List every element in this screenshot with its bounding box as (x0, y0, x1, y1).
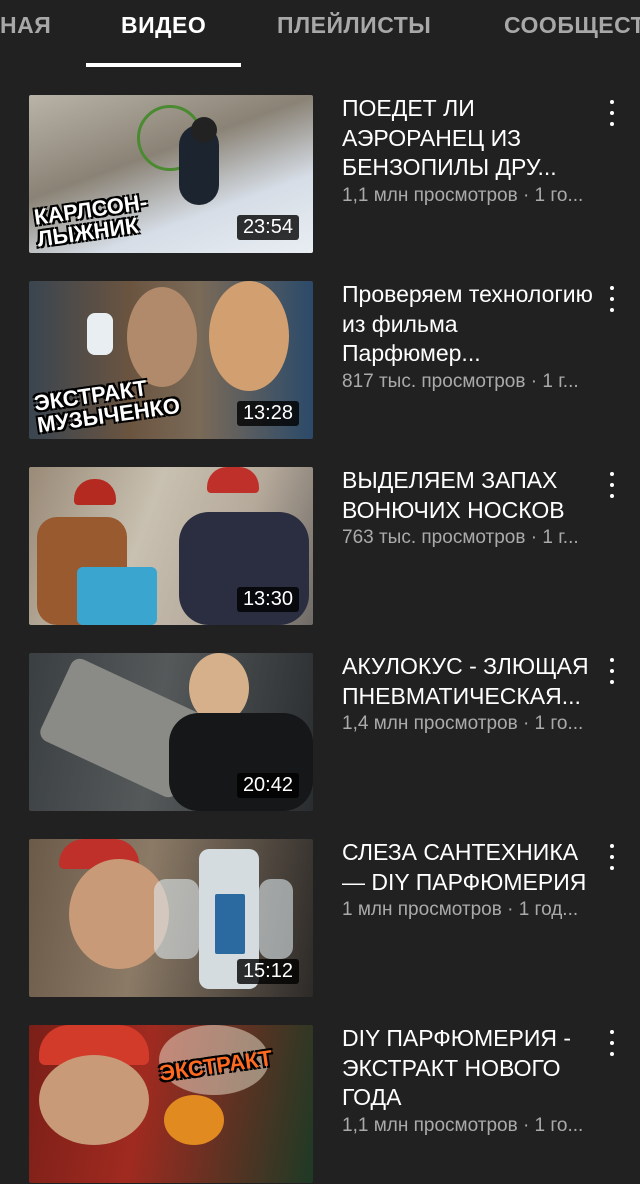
video-meta: 763 тыс. просмотров · 1 г... (342, 527, 579, 548)
video-info: Проверяем технологию из фильма Парфюмер.… (342, 280, 597, 395)
tab-playlists[interactable]: ПЛЕЙЛИСТЫ (277, 12, 431, 39)
video-info: ПОЕДЕТ ЛИ АЭРОРАНЕЦ ИЗ БЕНЗОПИЛЫ ДРУ... … (342, 94, 597, 209)
video-item[interactable]: ЭКСТРАКТ DIY ПАРФЮМЕРИЯ - ЭКСТРАКТ НОВОГ… (0, 998, 640, 1184)
video-item[interactable]: 20:42 АКУЛОКУС - ЗЛЮЩАЯ ПНЕВМАТИЧЕСКАЯ..… (0, 626, 640, 812)
video-meta: 817 тыс. просмотров · 1 г... (342, 370, 579, 392)
thumbnail-caption: ЭКСТРАКТ МУЗЫЧЕНКО (32, 375, 182, 438)
tab-videos[interactable]: ВИДЕО (121, 12, 206, 39)
tab-community[interactable]: СООБЩЕСТВО (504, 12, 640, 39)
thumbnail-caption: КАРЛСОН-ЛЫЖНИК (32, 189, 149, 252)
video-item[interactable]: 15:12 СЛЕЗА САНТЕХНИКА — DIY ПАРФЮМЕРИЯ … (0, 812, 640, 998)
video-thumbnail[interactable]: 13:30 (29, 467, 313, 625)
more-vert-icon[interactable] (600, 842, 624, 872)
more-vert-icon[interactable] (600, 284, 624, 314)
video-item[interactable]: КАРЛСОН-ЛЫЖНИК 23:54 ПОЕДЕТ ЛИ АЭРОРАНЕЦ… (0, 68, 640, 254)
video-title[interactable]: Проверяем технологию из фильма Парфюмер.… (342, 280, 597, 369)
more-vert-icon[interactable] (600, 1028, 624, 1058)
video-item[interactable]: 13:30 ВЫДЕЛЯЕМ ЗАПАХ ВОНЮЧИХ НОСКОВ 763 … (0, 440, 640, 626)
video-thumbnail[interactable]: КАРЛСОН-ЛЫЖНИК 23:54 (29, 95, 313, 253)
active-tab-indicator (86, 63, 241, 67)
video-meta: 1,1 млн просмотров · 1 го... (342, 184, 584, 206)
more-vert-icon[interactable] (600, 470, 624, 500)
video-item[interactable]: ЭКСТРАКТ МУЗЫЧЕНКО 13:28 Проверяем техно… (0, 254, 640, 440)
video-info: СЛЕЗА САНТЕХНИКА — DIY ПАРФЮМЕРИЯ 1 млн … (342, 838, 597, 923)
more-vert-icon[interactable] (600, 98, 624, 128)
video-title[interactable]: СЛЕЗА САНТЕХНИКА — DIY ПАРФЮМЕРИЯ (342, 838, 597, 897)
video-meta: 1 млн просмотров · 1 год... (342, 899, 579, 920)
video-title[interactable]: ВЫДЕЛЯЕМ ЗАПАХ ВОНЮЧИХ НОСКОВ (342, 466, 597, 525)
video-info: АКУЛОКУС - ЗЛЮЩАЯ ПНЕВМАТИЧЕСКАЯ... 1,4 … (342, 652, 597, 737)
video-title[interactable]: DIY ПАРФЮМЕРИЯ - ЭКСТРАКТ НОВОГО ГОДА (342, 1024, 597, 1113)
video-duration: 13:30 (236, 587, 299, 612)
video-duration: 13:28 (236, 401, 299, 426)
video-thumbnail[interactable]: 15:12 (29, 839, 313, 997)
tab-home[interactable]: НАЯ (0, 12, 51, 39)
video-info: ВЫДЕЛЯЕМ ЗАПАХ ВОНЮЧИХ НОСКОВ 763 тыс. п… (342, 466, 597, 551)
channel-tabs: НАЯ ВИДЕО ПЛЕЙЛИСТЫ СООБЩЕСТВО (0, 0, 640, 68)
video-duration: 23:54 (236, 215, 299, 240)
video-thumbnail[interactable]: ЭКСТРАКТ МУЗЫЧЕНКО 13:28 (29, 281, 313, 439)
video-thumbnail[interactable]: 20:42 (29, 653, 313, 811)
video-title[interactable]: АКУЛОКУС - ЗЛЮЩАЯ ПНЕВМАТИЧЕСКАЯ... (342, 652, 597, 711)
video-duration: 20:42 (236, 773, 299, 798)
video-title[interactable]: ПОЕДЕТ ЛИ АЭРОРАНЕЦ ИЗ БЕНЗОПИЛЫ ДРУ... (342, 94, 597, 183)
more-vert-icon[interactable] (600, 656, 624, 686)
video-meta: 1,1 млн просмотров · 1 го... (342, 1114, 584, 1136)
video-meta: 1,4 млн просмотров · 1 го... (342, 713, 584, 734)
video-thumbnail[interactable]: ЭКСТРАКТ (29, 1025, 313, 1183)
video-info: DIY ПАРФЮМЕРИЯ - ЭКСТРАКТ НОВОГО ГОДА 1,… (342, 1024, 597, 1139)
video-duration: 15:12 (236, 959, 299, 984)
